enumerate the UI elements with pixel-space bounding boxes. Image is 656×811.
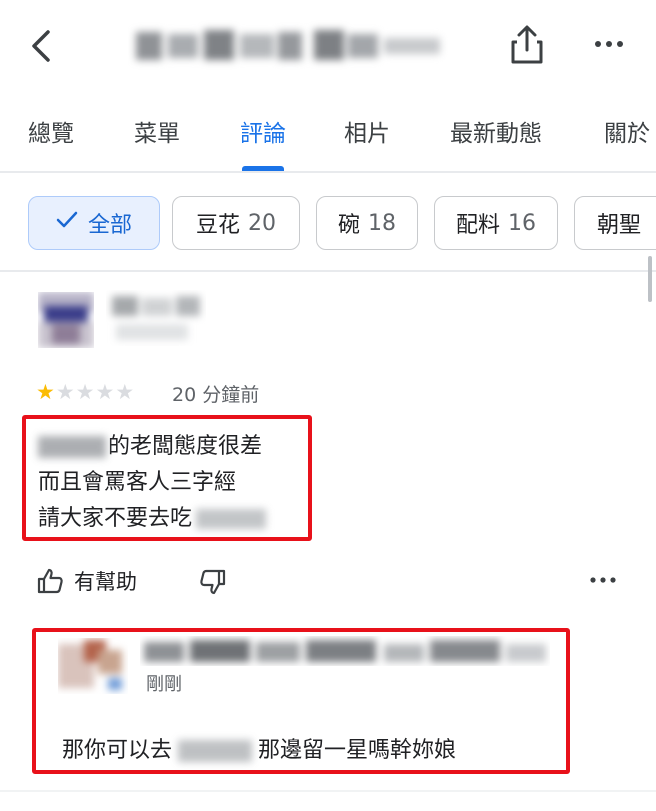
star-empty-icon: ★	[95, 380, 115, 404]
chip-count: 18	[368, 210, 396, 236]
tab-reviews[interactable]: 評論	[240, 114, 286, 148]
chip-label: 朝聖	[597, 213, 642, 238]
thumb-down-icon[interactable]	[194, 566, 230, 600]
reviewer-name-blurred[interactable]	[106, 290, 206, 346]
chip-label: 配料	[455, 213, 500, 238]
chip-pilgrimage[interactable]: 朝聖	[574, 196, 656, 250]
review-line-1: 的老闆態度很差	[38, 428, 262, 460]
chip-label: 碗	[337, 213, 360, 238]
star-empty-icon: ★	[55, 380, 75, 404]
star-rating: ★★★★★	[36, 380, 135, 406]
reply-text-part: 那你可以去	[62, 738, 173, 763]
replier-name-blurred[interactable]	[140, 636, 550, 666]
tab-updates[interactable]: 最新動態	[450, 114, 542, 148]
divider	[0, 270, 656, 272]
star-empty-icon: ★	[75, 380, 95, 404]
redacted-text	[196, 509, 267, 529]
share-icon[interactable]	[504, 22, 550, 68]
chip-bowl[interactable]: 碗 18	[316, 196, 418, 250]
tab-about[interactable]: 關於	[604, 114, 650, 148]
redacted-text	[178, 740, 253, 762]
place-title-blurred	[128, 20, 448, 72]
back-arrow-icon[interactable]	[22, 24, 62, 68]
chip-toppings[interactable]: 配料 16	[434, 196, 558, 250]
star-empty-icon: ★	[115, 380, 135, 404]
chip-douhua[interactable]: 豆花 20	[172, 196, 300, 250]
tab-menu[interactable]: 菜單	[134, 114, 180, 148]
more-horizontal-icon[interactable]	[588, 570, 618, 590]
review-text: 請大家不要去吃	[38, 506, 193, 531]
chip-count: 16	[508, 210, 536, 236]
more-horizontal-icon[interactable]	[588, 30, 632, 58]
chip-label: 豆花	[195, 213, 240, 238]
scrollbar[interactable]	[648, 256, 652, 302]
redacted-text	[38, 436, 106, 458]
tab-bar: 總覽 菜單 評論 相片 最新動態 關於	[0, 100, 656, 172]
star-filled-icon: ★	[36, 380, 55, 404]
helpful-label: 有幫助	[74, 570, 137, 594]
check-icon	[56, 210, 78, 236]
tab-photos[interactable]: 相片	[344, 114, 390, 148]
reply-text: 那你可以去 那邊留一星嗎幹妳娘	[62, 732, 456, 764]
reply-text-part: 那邊留一星嗎幹妳娘	[258, 738, 457, 763]
helpful-button[interactable]: 有幫助	[36, 564, 137, 598]
chip-label: 全部	[87, 213, 132, 238]
avatar[interactable]	[38, 292, 94, 348]
top-bar	[0, 0, 656, 92]
reply-time: 剛剛	[146, 674, 182, 695]
divider	[0, 790, 656, 792]
review-line-2: 而且會罵客人三字經	[38, 470, 237, 495]
review-time: 20 分鐘前	[172, 384, 260, 406]
review-line-3: 請大家不要去吃	[38, 500, 267, 532]
chip-all[interactable]: 全部	[28, 196, 160, 250]
tab-overview[interactable]: 總覽	[28, 114, 74, 148]
avatar[interactable]	[58, 638, 128, 694]
thumb-up-icon	[36, 567, 64, 595]
review-text: 的老闆態度很差	[108, 434, 263, 459]
chip-count: 20	[248, 210, 276, 236]
divider	[0, 171, 656, 173]
